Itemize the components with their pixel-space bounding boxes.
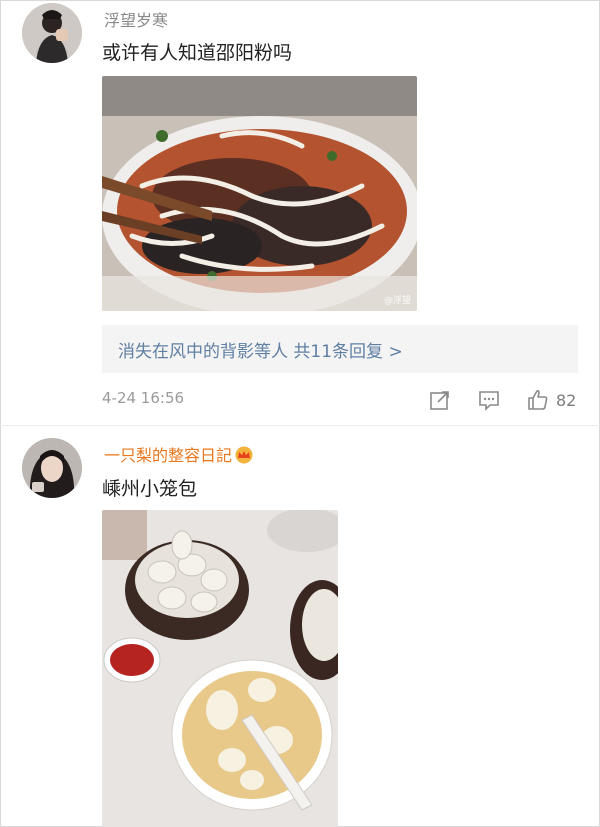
- comment-image[interactable]: @浮望: [102, 76, 417, 311]
- timestamp: 4-24 16:56: [102, 389, 185, 407]
- image-watermark: @浮望: [383, 296, 411, 306]
- username-text: 一只梨的整容日記: [104, 446, 233, 465]
- avatar[interactable]: [22, 438, 82, 498]
- comment-text: 或许有人知道邵阳粉吗: [102, 42, 293, 64]
- like-count: 82: [556, 390, 577, 410]
- like-button[interactable]: 82: [526, 385, 576, 415]
- crown-icon: [234, 446, 254, 468]
- comment-image[interactable]: [102, 510, 338, 827]
- comment-text: 嵊州小笼包: [102, 478, 198, 500]
- username[interactable]: 浮望岁寒: [104, 7, 168, 31]
- avatar[interactable]: [22, 3, 82, 63]
- comment-icon: [478, 389, 500, 411]
- like-icon: [526, 388, 550, 412]
- replies-summary: 消失在风中的背影等人 共11条回复 >: [118, 341, 403, 362]
- username[interactable]: 一只梨的整容日記: [104, 442, 254, 468]
- replies-link[interactable]: 消失在风中的背影等人 共11条回复 >: [102, 325, 578, 373]
- share-icon: [429, 389, 451, 411]
- divider: [0, 425, 600, 426]
- share-button[interactable]: [429, 385, 451, 415]
- comment-button[interactable]: [478, 385, 500, 415]
- comment-meta: 4-24 16:56 82: [102, 385, 582, 415]
